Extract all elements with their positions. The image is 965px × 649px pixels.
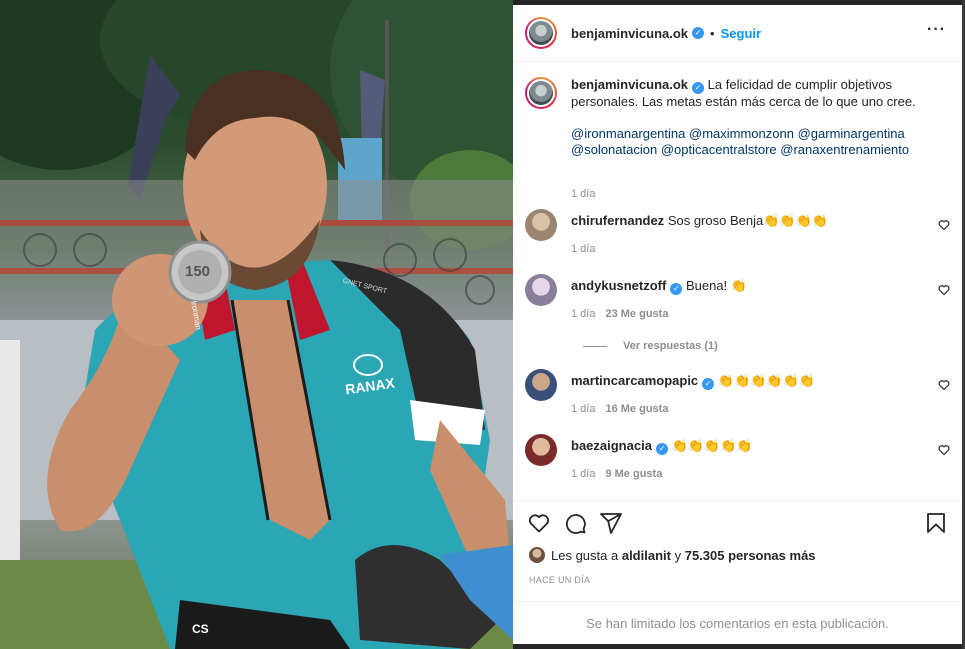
verified-badge-icon: ✓ — [692, 27, 705, 39]
caption-avatar[interactable] — [525, 77, 557, 109]
like-comment-heart-icon[interactable] — [938, 444, 950, 456]
post-panel: benjaminvicuna.ok ✓ • Seguir ··· benjami… — [513, 5, 962, 644]
post-photo[interactable]: RANAX 150 Ironman GNET SPORT CS — [0, 0, 513, 649]
comments-list[interactable]: benjaminvicuna.ok ✓ La felicidad de cumpl… — [513, 63, 962, 500]
comment-meta: 1 día 23 Me gusta — [571, 308, 668, 320]
comment-body: baezaignacia ✓ 👏👏👏👏👏 — [571, 438, 916, 455]
view-replies-button[interactable]: Ver respuestas (1) — [583, 340, 718, 352]
commenter-username[interactable]: chirufernandez — [571, 213, 664, 228]
comment-text: 👏👏👏👏👏 — [671, 438, 753, 453]
like-comment-heart-icon[interactable] — [938, 219, 950, 231]
comment-likes[interactable]: 16 Me gusta — [605, 403, 668, 415]
likes-count[interactable]: 75.305 personas más — [685, 548, 816, 563]
caption-body: benjaminvicuna.ok ✓ La felicidad de cumpl… — [571, 77, 916, 158]
bookmark-icon[interactable] — [924, 511, 948, 535]
separator-dot: • — [710, 25, 715, 41]
verified-badge-icon: ✓ — [655, 443, 668, 455]
commenter-avatar[interactable] — [525, 369, 557, 401]
comment-meta: 1 día — [571, 243, 595, 255]
likes-user[interactable]: aldilanit — [622, 548, 671, 563]
more-options-icon[interactable]: ··· — [927, 21, 946, 39]
mention-link[interactable]: @opticacentralstore — [661, 142, 777, 157]
like-comment-heart-icon[interactable] — [938, 379, 950, 391]
like-comment-heart-icon[interactable] — [938, 284, 950, 296]
post-header: benjaminvicuna.ok ✓ • Seguir ··· — [513, 5, 962, 62]
verified-badge-icon: ✓ — [670, 283, 683, 295]
commenter-username[interactable]: martincarcamopapic — [571, 373, 698, 388]
comments-limited-notice: Se han limitado los comentarios en esta … — [513, 601, 962, 645]
photo-illustration — [0, 0, 513, 649]
mention-link[interactable]: @ranaxentrenamiento — [780, 142, 909, 157]
comment-body: martincarcamopapic ✓ 👏👏👏👏👏👏 — [571, 373, 916, 390]
likes-prefix: Les gusta a — [551, 547, 619, 563]
comment-time[interactable]: 1 día — [571, 308, 595, 320]
comment-time[interactable]: 1 día — [571, 243, 595, 255]
replies-divider — [583, 345, 607, 347]
comment-body: chirufernandez Sos groso Benja👏👏👏👏 — [571, 213, 916, 229]
caption-meta: 1 día — [571, 188, 595, 200]
liker-avatar[interactable] — [529, 547, 545, 563]
mention-link[interactable]: @garminargentina — [798, 126, 905, 141]
mention-link[interactable]: @solonatacion — [571, 142, 657, 157]
verified-badge-icon: ✓ — [692, 82, 705, 94]
post-time-ago[interactable]: HACE UN DÍA — [529, 575, 590, 585]
comment-icon[interactable] — [563, 511, 587, 535]
comment-likes[interactable]: 9 Me gusta — [605, 468, 662, 480]
heart-icon[interactable] — [527, 511, 551, 535]
comment-meta: 1 día 16 Me gusta — [571, 403, 668, 415]
caption-time[interactable]: 1 día — [571, 188, 595, 200]
author-username[interactable]: benjaminvicuna.ok — [571, 26, 688, 41]
caption-username[interactable]: benjaminvicuna.ok — [571, 77, 688, 92]
author-avatar[interactable] — [525, 17, 557, 49]
comment-text: Buena! 👏 — [685, 278, 747, 293]
comment-text: Sos groso Benja👏👏👏👏 — [667, 213, 828, 228]
view-replies-label: Ver respuestas (1) — [623, 340, 718, 352]
comment-likes[interactable]: 23 Me gusta — [605, 308, 668, 320]
mention-link[interactable]: @ironmanargentina — [571, 126, 685, 141]
commenter-avatar[interactable] — [525, 209, 557, 241]
commenter-username[interactable]: andykusnetzoff — [571, 278, 666, 293]
share-icon[interactable] — [599, 511, 623, 535]
shorts-text: CS — [192, 622, 209, 636]
follow-button[interactable]: Seguir — [721, 26, 761, 41]
commenter-username[interactable]: baezaignacia — [571, 438, 652, 453]
mention-link[interactable]: @maximmonzonn — [689, 126, 794, 141]
comment-meta: 1 día 9 Me gusta — [571, 468, 662, 480]
likes-connector: y — [674, 547, 682, 563]
verified-badge-icon: ✓ — [702, 378, 715, 390]
likes-summary: Les gusta a aldilanit y 75.305 personas … — [529, 547, 816, 563]
comment-text: 👏👏👏👏👏👏 — [717, 373, 815, 388]
comment-body: andykusnetzoff ✓ Buena! 👏 — [571, 278, 916, 295]
comment-time[interactable]: 1 día — [571, 403, 595, 415]
comment-time[interactable]: 1 día — [571, 468, 595, 480]
commenter-avatar[interactable] — [525, 434, 557, 466]
medal-text: 150 — [185, 263, 211, 280]
post-actions: Les gusta a aldilanit y 75.305 personas … — [513, 500, 962, 645]
commenter-avatar[interactable] — [525, 274, 557, 306]
